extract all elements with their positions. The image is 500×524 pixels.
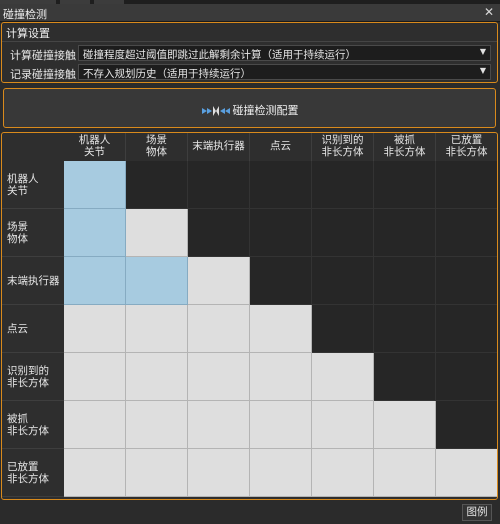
matrix-cell[interactable] — [64, 449, 126, 497]
close-icon[interactable]: ✕ — [484, 5, 494, 19]
matrix-cell — [436, 401, 497, 449]
matrix-cell[interactable] — [64, 401, 126, 449]
row-header: 末端执行器 — [2, 257, 64, 305]
matrix-cell — [312, 209, 374, 257]
matrix-cell — [188, 161, 250, 209]
column-header: 点云 — [250, 133, 312, 161]
matrix-cell — [436, 161, 497, 209]
divider — [2, 41, 497, 42]
row-header: 被抓 非长方体 — [2, 401, 64, 449]
column-header: 被抓 非长方体 — [374, 133, 436, 161]
collision-config-icon — [201, 105, 231, 120]
row-header: 场景 物体 — [2, 209, 64, 257]
matrix-cell[interactable] — [250, 353, 312, 401]
matrix-cell[interactable] — [126, 401, 188, 449]
matrix-cell[interactable] — [312, 401, 374, 449]
matrix-cell[interactable] — [64, 257, 126, 305]
matrix-cell — [188, 209, 250, 257]
window-title: 碰撞检测 — [3, 8, 47, 21]
matrix-cell — [436, 209, 497, 257]
row-header: 识别到的 非长方体 — [2, 353, 64, 401]
chevron-down-icon: ▼ — [479, 66, 486, 75]
matrix-cell — [374, 161, 436, 209]
matrix-cell — [312, 257, 374, 305]
matrix-cell — [436, 305, 497, 353]
matrix-cell[interactable] — [126, 449, 188, 497]
matrix-cell[interactable] — [374, 401, 436, 449]
matrix-cell — [312, 161, 374, 209]
matrix-cell — [374, 209, 436, 257]
matrix-cell — [250, 257, 312, 305]
matrix-cell[interactable] — [64, 305, 126, 353]
matrix-cell[interactable] — [312, 449, 374, 497]
matrix-cell[interactable] — [374, 449, 436, 497]
collision-matrix: 机器人 关节 场景 物体 末端执行器 点云 识别到的 非长方体 被抓 非长方体 已放置 非长… — [1, 132, 498, 500]
matrix-cell — [374, 305, 436, 353]
select-value: 碰撞程度超过阈值即跳过此解剩余计算（适用于持续运行） — [83, 49, 356, 61]
matrix-cell[interactable] — [64, 209, 126, 257]
record-contact-select[interactable]: 不存入规划历史（适用于持续运行） ▼ — [78, 64, 491, 80]
matrix-cell — [312, 305, 374, 353]
row-header: 机器人 关节 — [2, 161, 64, 209]
collision-config-label: 碰撞检测配置 — [232, 104, 299, 117]
select-value: 不存入规划历史（适用于持续运行） — [83, 68, 251, 80]
matrix-cell[interactable] — [64, 161, 126, 209]
matrix-cell — [374, 257, 436, 305]
legend-button[interactable]: 图例 — [462, 504, 492, 521]
matrix-cell[interactable] — [188, 401, 250, 449]
chevron-down-icon: ▼ — [479, 47, 486, 56]
matrix-cell[interactable] — [436, 449, 497, 497]
matrix-cell — [374, 353, 436, 401]
column-header: 场景 物体 — [126, 133, 188, 161]
row-header: 点云 — [2, 305, 64, 353]
matrix-cell[interactable] — [312, 353, 374, 401]
matrix-cell[interactable] — [126, 209, 188, 257]
matrix-cell — [126, 161, 188, 209]
matrix-cell[interactable] — [188, 353, 250, 401]
calc-contact-select[interactable]: 碰撞程度超过阈值即跳过此解剩余计算（适用于持续运行） ▼ — [78, 45, 491, 61]
matrix-cell[interactable] — [126, 353, 188, 401]
group-title: 计算设置 — [6, 27, 50, 40]
column-header: 已放置 非长方体 — [436, 133, 497, 161]
matrix-cell[interactable] — [250, 449, 312, 497]
matrix-cell[interactable] — [126, 305, 188, 353]
footer-bar: 图例 — [0, 500, 500, 524]
matrix-cell[interactable] — [126, 257, 188, 305]
matrix-cell — [250, 161, 312, 209]
matrix-cell — [436, 257, 497, 305]
matrix-cell[interactable] — [188, 257, 250, 305]
matrix-cell — [436, 353, 497, 401]
matrix-cell — [250, 209, 312, 257]
column-header: 识别到的 非长方体 — [312, 133, 374, 161]
matrix-cell[interactable] — [188, 449, 250, 497]
matrix-cell[interactable] — [64, 353, 126, 401]
calc-settings-group: 计算设置 计算碰撞接触 碰撞程度超过阈值即跳过此解剩余计算（适用于持续运行） ▼… — [1, 22, 498, 83]
collision-config-button[interactable]: 碰撞检测配置 — [3, 88, 496, 128]
matrix-cell[interactable] — [188, 305, 250, 353]
window-titlebar: 碰撞检测 ✕ — [0, 4, 500, 22]
calc-contact-label: 计算碰撞接触 — [10, 49, 76, 62]
matrix-cell[interactable] — [250, 305, 312, 353]
record-contact-label: 记录碰撞接触 — [10, 68, 76, 81]
row-header: 已放置 非长方体 — [2, 449, 64, 497]
matrix-cell[interactable] — [250, 401, 312, 449]
column-header: 末端执行器 — [188, 133, 250, 161]
column-header: 机器人 关节 — [64, 133, 126, 161]
